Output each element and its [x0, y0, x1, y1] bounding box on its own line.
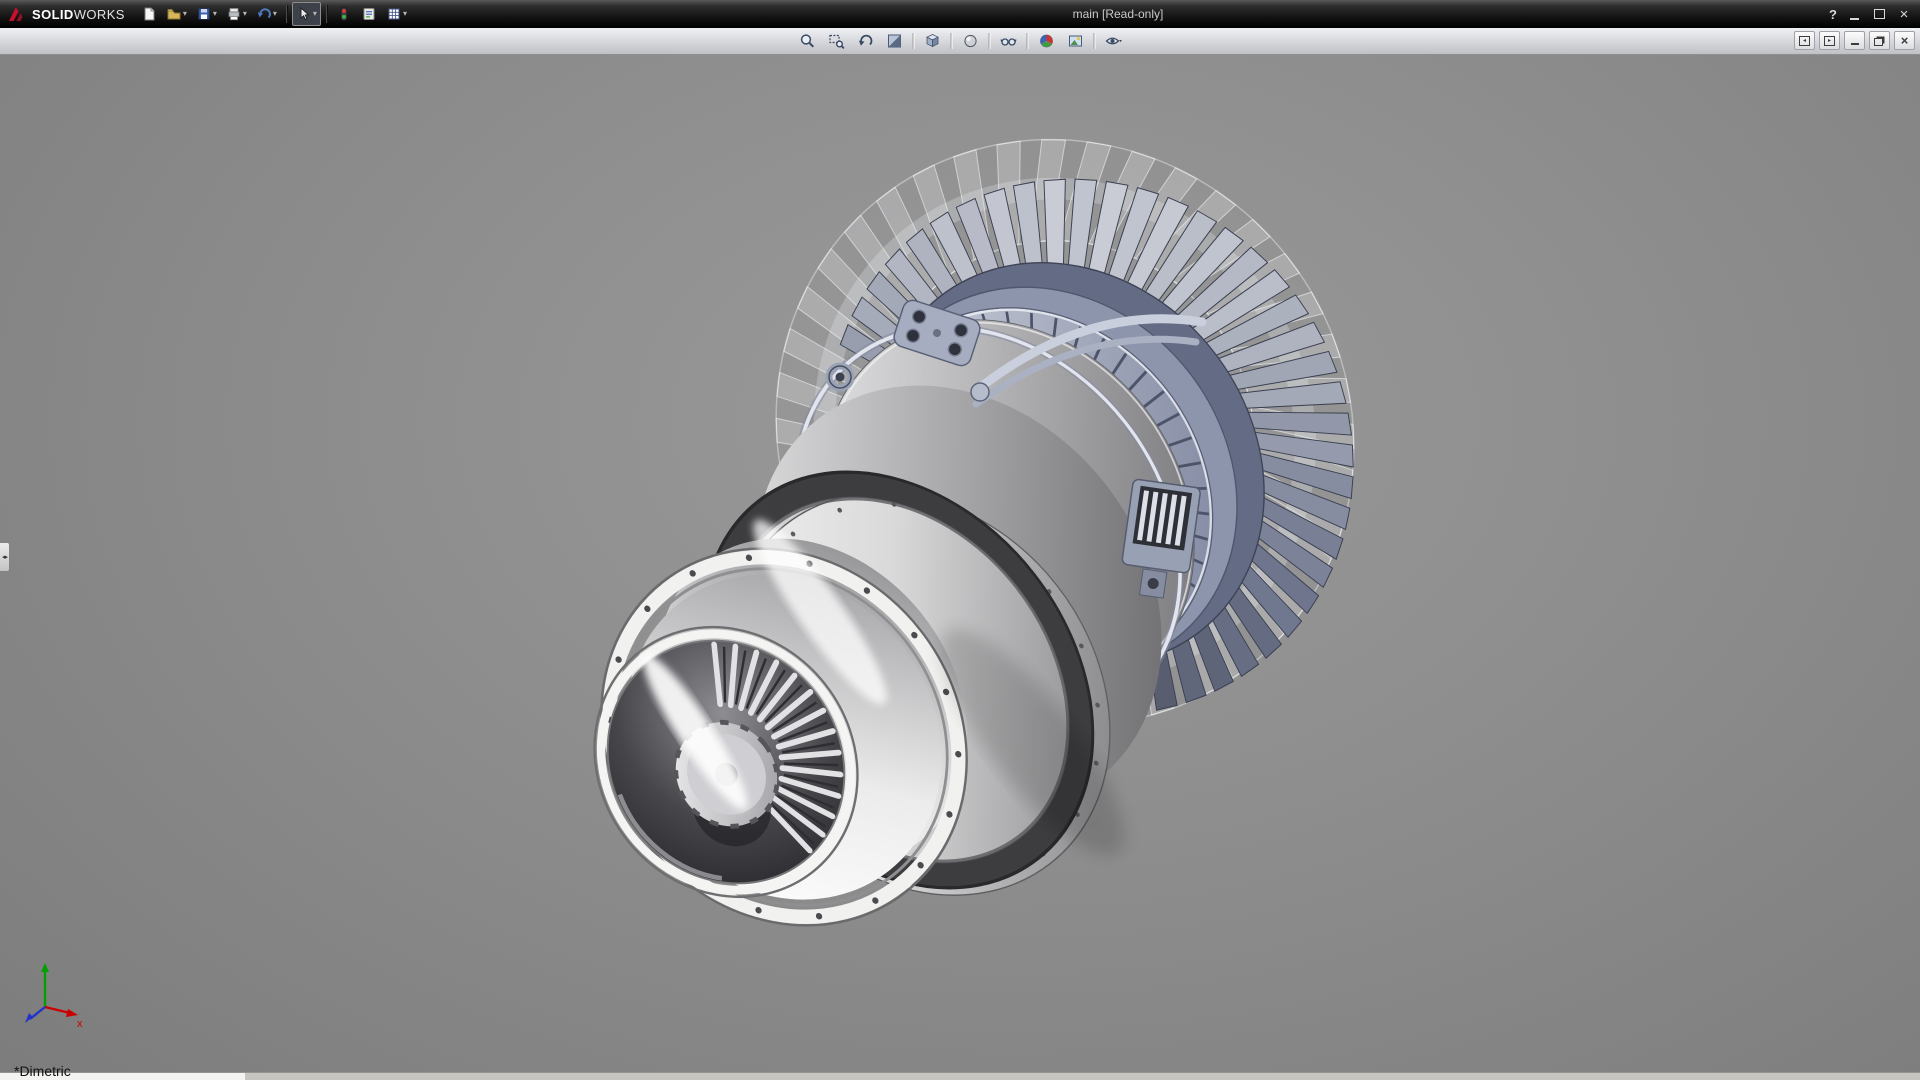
feature-manager-collapsed-handle[interactable]: ◂▸: [0, 542, 10, 572]
graphics-viewport[interactable]: x: [0, 54, 1920, 1073]
options-button[interactable]: [357, 2, 381, 26]
view-settings-button[interactable]: [1100, 29, 1127, 53]
view-orientation-cube-icon: [923, 32, 941, 50]
minimize-document-icon: [1851, 36, 1859, 45]
options-icon: [361, 6, 377, 22]
display-style-icon: [961, 32, 979, 50]
file-properties-button[interactable]: ▾: [382, 2, 411, 26]
previous-document-icon: ◂: [1799, 36, 1810, 46]
new-document-button[interactable]: [137, 2, 161, 26]
open-dropdown-caret[interactable]: ▾: [183, 10, 187, 18]
status-bar: [0, 1072, 1920, 1080]
pipe-elbow: [971, 383, 989, 401]
headsup-separator: [951, 33, 952, 49]
headsup-separator: [1027, 33, 1028, 49]
section-view-icon: [885, 32, 903, 50]
close-document-icon: ×: [1901, 34, 1909, 47]
solidworks-logo: SOLIDWORKS: [0, 5, 137, 23]
select-dropdown-caret[interactable]: ▾: [313, 10, 317, 18]
restore-document-icon: [1874, 38, 1883, 46]
restore-document-button[interactable]: [1869, 31, 1890, 50]
print-dropdown-caret[interactable]: ▾: [243, 10, 247, 18]
document-title: main [Read-only]: [411, 7, 1825, 21]
undo-dropdown-caret[interactable]: ▾: [273, 10, 277, 18]
zoom-to-area-button[interactable]: [823, 29, 850, 53]
new-document-icon: [141, 6, 157, 22]
window-controls: ? ×: [1825, 6, 1920, 22]
print-icon: [226, 6, 242, 22]
zoom-to-fit-button[interactable]: [794, 29, 821, 53]
open-button[interactable]: ▾: [162, 2, 191, 26]
triad-x-axis: [45, 1007, 70, 1013]
previous-view-button[interactable]: [852, 29, 879, 53]
brand-solid: SOLID: [32, 7, 74, 22]
triad-x-label: x: [77, 1018, 83, 1030]
solidworks-logo-icon: [7, 5, 27, 23]
edit-appearance-ball-icon: [1037, 32, 1055, 50]
previous-view-icon: [856, 32, 874, 50]
headsup-separator: [989, 33, 990, 49]
select-button[interactable]: ▾: [292, 2, 321, 26]
view-orientation-button[interactable]: [919, 29, 946, 53]
document-window-controls: ◂ ▸ ×: [1794, 31, 1915, 50]
close-button[interactable]: ×: [1896, 6, 1912, 22]
display-style-button[interactable]: [957, 29, 984, 53]
view-orientation-label: *Dimetric: [14, 1063, 71, 1079]
open-folder-icon: [166, 6, 182, 22]
apply-scene-button[interactable]: [1062, 29, 1089, 53]
next-document-button[interactable]: ▸: [1819, 31, 1840, 50]
minimize-button[interactable]: [1846, 6, 1862, 22]
solidworks-window: SOLIDWORKS ▾: [0, 0, 1920, 1080]
eyelet-bracket: [829, 366, 851, 388]
close-document-button[interactable]: ×: [1894, 31, 1915, 50]
headsup-separator: [913, 33, 914, 49]
zoom-to-area-icon: [827, 32, 845, 50]
toolbar-separator: [286, 5, 287, 23]
hide-show-glasses-icon: [999, 32, 1017, 50]
section-view-button[interactable]: [881, 29, 908, 53]
triad-y-arrowhead: [41, 963, 49, 972]
minimize-icon: [1850, 9, 1859, 20]
view-settings-eye-icon: [1104, 32, 1122, 50]
minimize-document-button[interactable]: [1844, 31, 1865, 50]
main-toolbar: ▾ ▾ ▾: [137, 2, 411, 26]
reference-triad: x: [4, 961, 88, 1037]
toolbar-row: ◂ ▸ ×: [0, 28, 1920, 55]
rebuild-traffic-light-icon: [336, 6, 352, 22]
help-button[interactable]: ?: [1829, 7, 1837, 22]
close-icon: ×: [1900, 7, 1909, 22]
engine-model-canvas[interactable]: [0, 54, 1920, 1080]
file-properties-icon: [386, 6, 402, 22]
file-properties-dropdown-caret[interactable]: ▾: [403, 10, 407, 18]
zoom-to-fit-icon: [798, 32, 816, 50]
edit-appearance-button[interactable]: [1033, 29, 1060, 53]
select-cursor-icon: [296, 6, 312, 22]
titlebar: SOLIDWORKS ▾: [0, 0, 1920, 28]
headsup-separator: [1094, 33, 1095, 49]
apply-scene-icon: [1066, 32, 1084, 50]
maximize-icon: [1874, 9, 1885, 19]
next-document-icon: ▸: [1824, 36, 1835, 46]
maximize-button[interactable]: [1871, 6, 1887, 22]
triad-x-arrowhead: [66, 1009, 78, 1017]
undo-button[interactable]: ▾: [252, 2, 281, 26]
save-icon: [196, 6, 212, 22]
brand-text: SOLIDWORKS: [32, 7, 125, 22]
brand-works: WORKS: [74, 7, 125, 22]
save-button[interactable]: ▾: [192, 2, 221, 26]
save-dropdown-caret[interactable]: ▾: [213, 10, 217, 18]
rebuild-button[interactable]: [332, 2, 356, 26]
previous-document-button[interactable]: ◂: [1794, 31, 1815, 50]
toolbar-separator: [326, 5, 327, 23]
hide-show-items-button[interactable]: [995, 29, 1022, 53]
print-button[interactable]: ▾: [222, 2, 251, 26]
undo-icon: [256, 6, 272, 22]
heads-up-view-toolbar: [794, 29, 1127, 53]
